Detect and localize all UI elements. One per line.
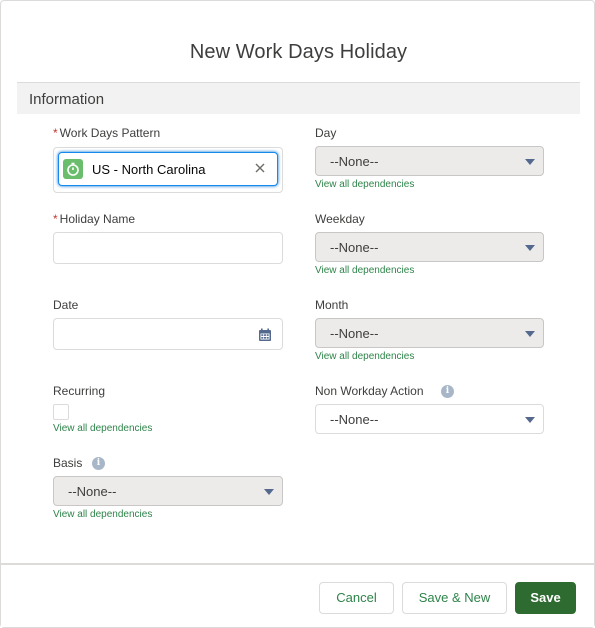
day-dependencies-link[interactable]: View all dependencies [315, 179, 414, 190]
recurring-checkbox[interactable] [53, 404, 69, 420]
chevron-down-icon [525, 331, 535, 337]
modal-footer: Cancel Save & New Save [1, 563, 594, 627]
month-label: Month [315, 298, 349, 312]
weekday-dependencies-link[interactable]: View all dependencies [315, 265, 414, 276]
weekday-label: Weekday [315, 212, 365, 226]
basis-select[interactable]: --None-- [53, 476, 283, 506]
month-dependencies-link[interactable]: View all dependencies [315, 351, 414, 362]
section-title: Information [29, 91, 105, 108]
month-select[interactable]: --None-- [315, 318, 544, 348]
weekday-select[interactable]: --None-- [315, 232, 544, 262]
work-days-pattern-value: US - North Carolina [92, 162, 206, 177]
chevron-down-icon [525, 159, 535, 165]
required-marker: * [53, 126, 58, 140]
basis-value: --None-- [68, 484, 117, 499]
recurring-label: Recurring [53, 384, 106, 398]
basis-label: Basis [53, 456, 83, 470]
cancel-button[interactable]: Cancel [319, 582, 394, 614]
section-header-information[interactable]: Information [17, 82, 580, 114]
weekday-value: --None-- [330, 240, 379, 255]
modal-title: New Work Days Holiday [189, 41, 408, 63]
save-and-new-button[interactable]: Save & New [402, 582, 507, 614]
chevron-down-icon [525, 417, 535, 423]
stopwatch-icon [63, 159, 83, 179]
holiday-name-input[interactable] [53, 232, 283, 264]
non-workday-action-label: Non Workday Action [315, 384, 424, 398]
recurring-dependencies-link[interactable]: View all dependencies [53, 423, 152, 434]
new-work-days-holiday-modal: New Work Days Holiday Information * Work … [0, 0, 595, 628]
holiday-name-label: * Holiday Name [53, 212, 135, 226]
day-select[interactable]: --None-- [315, 146, 544, 176]
non-workday-action-select[interactable]: --None-- [315, 404, 544, 434]
chevron-down-icon [264, 489, 274, 495]
close-icon[interactable] [253, 161, 267, 175]
required-marker: * [53, 212, 58, 226]
basis-dependencies-link[interactable]: View all dependencies [53, 509, 152, 520]
save-button[interactable]: Save [515, 582, 576, 614]
chevron-down-icon [525, 245, 535, 251]
month-value: --None-- [330, 326, 379, 341]
work-days-pattern-lookup: US - North Carolina [53, 147, 283, 193]
day-label: Day [315, 126, 337, 140]
date-label: Date [53, 298, 79, 312]
info-icon[interactable]: i [92, 457, 105, 470]
date-input[interactable] [53, 318, 283, 350]
work-days-pattern-label-text: Work Days Pattern [59, 126, 161, 140]
non-workday-action-value: --None-- [330, 412, 379, 427]
work-days-pattern-label: * Work Days Pattern [53, 126, 160, 140]
calendar-icon[interactable] [258, 328, 272, 342]
info-icon[interactable]: i [441, 385, 454, 398]
work-days-pattern-pill[interactable]: US - North Carolina [58, 152, 278, 186]
day-value: --None-- [330, 154, 379, 169]
holiday-name-label-text: Holiday Name [59, 212, 136, 226]
